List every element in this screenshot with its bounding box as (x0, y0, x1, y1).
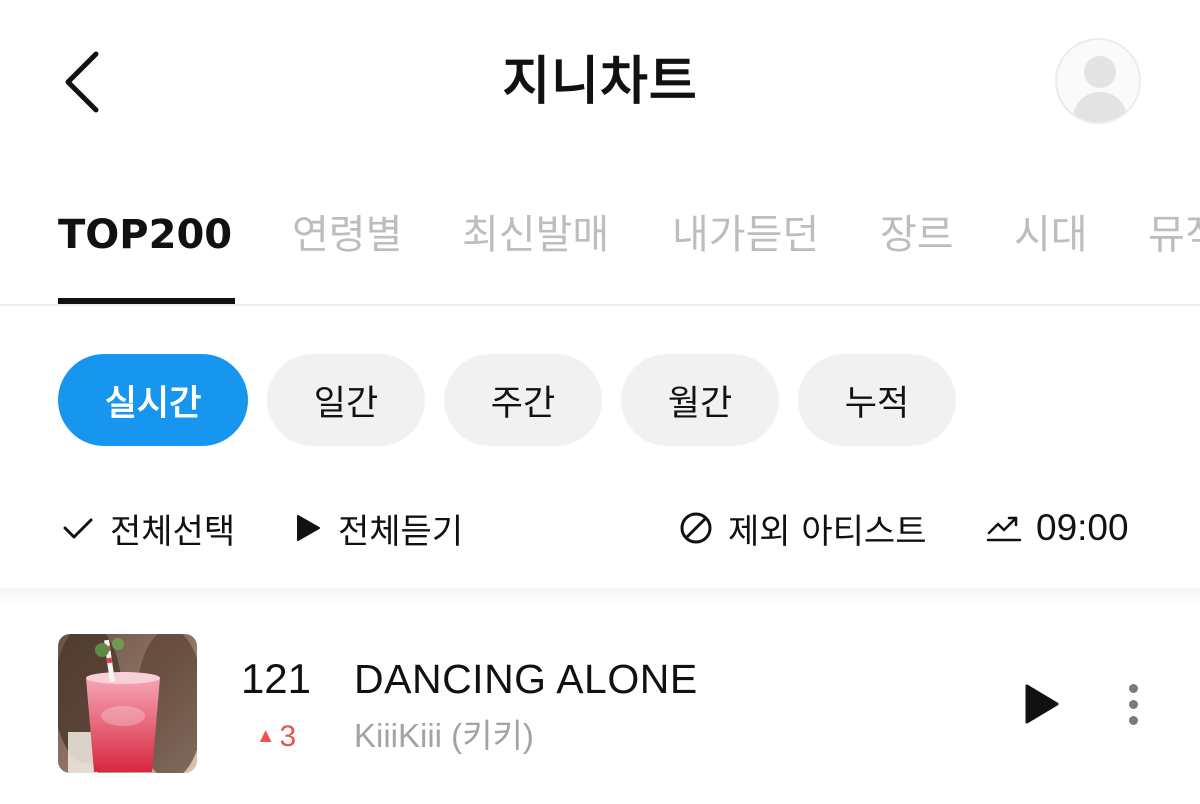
tab-age[interactable]: 연령별 (292, 210, 402, 260)
rank-up-icon: ▲ (255, 725, 276, 747)
page-title: 지니차트 (502, 52, 698, 112)
play-icon (297, 515, 320, 541)
app-header: 지니차트 (0, 0, 1200, 165)
exclude-artist-button[interactable]: 제외 아티스트 (678, 496, 927, 560)
song-artist[interactable]: KiiiKiii (키키) (354, 714, 534, 758)
tab-genre[interactable]: 장르 (880, 210, 954, 260)
select-all-button[interactable]: 전체선택 (60, 496, 235, 560)
profile-avatar-button[interactable] (1055, 38, 1141, 124)
tab-music[interactable]: 뮤직 (1148, 210, 1200, 260)
tab-new-release[interactable]: 최신발매 (462, 210, 609, 260)
user-avatar-icon (1071, 56, 1129, 122)
trend-up-icon (986, 516, 1022, 542)
play-all-button[interactable]: 전체듣기 (294, 496, 463, 560)
chart-rank: 121 (240, 655, 312, 702)
block-icon (680, 512, 712, 544)
section-divider (0, 588, 1200, 604)
period-weekly-button[interactable]: 주간 (444, 354, 602, 446)
chart-action-bar: 전체선택 전체듣기 제외 아티스트 09:00 (0, 496, 1200, 560)
select-all-label: 전체선택 (110, 511, 236, 552)
period-daily-button[interactable]: 일간 (267, 354, 425, 446)
check-icon (63, 518, 93, 539)
play-icon (1025, 684, 1059, 724)
tab-my-history[interactable]: 내가듣던 (672, 210, 819, 260)
tab-era[interactable]: 시대 (1014, 210, 1088, 260)
album-cover-art (58, 634, 197, 773)
chart-category-tabs: TOP200 연령별 최신발매 내가듣던 장르 시대 뮤직 (0, 190, 1200, 306)
album-cover-image[interactable] (58, 634, 197, 773)
more-dots-icon (1128, 699, 1138, 709)
period-cumulative-button[interactable]: 누적 (798, 354, 956, 446)
chart-row[interactable]: 121 ▲ 3 DANCING ALONE KiiiKiii (키키) (0, 610, 1200, 804)
more-dots-icon (1128, 715, 1138, 725)
period-monthly-button[interactable]: 월간 (621, 354, 779, 446)
song-title[interactable]: DANCING ALONE (354, 654, 698, 704)
rank-change: ▲ 3 (228, 716, 324, 757)
chart-time-label: 09:00 (1036, 507, 1129, 548)
tab-top200[interactable]: TOP200 (58, 210, 232, 260)
exclude-artist-label: 제외 아티스트 (728, 511, 927, 552)
rank-change-value: 3 (279, 720, 297, 753)
more-dots-icon (1128, 683, 1138, 693)
active-tab-indicator (58, 298, 235, 304)
play-all-label: 전체듣기 (338, 511, 464, 552)
more-options-button[interactable] (1116, 676, 1150, 732)
chart-time-indicator[interactable]: 09:00 (986, 496, 1129, 560)
song-play-button[interactable] (1016, 676, 1066, 732)
period-realtime-button[interactable]: 실시간 (58, 354, 248, 446)
